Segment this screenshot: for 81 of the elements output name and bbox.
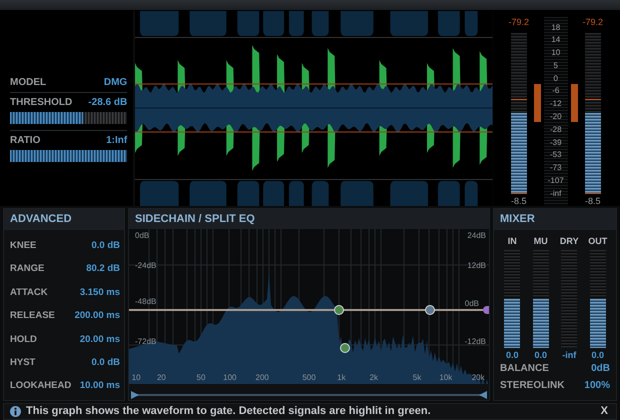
axis-label: 0dB — [135, 230, 150, 240]
meter-value[interactable]: 0.0 — [506, 350, 518, 360]
info-icon — [10, 406, 21, 417]
scale-label: 0 — [554, 74, 558, 83]
parameter-value: 1:Inf — [106, 134, 128, 146]
meter-label: DRY — [560, 236, 579, 246]
frequency-label: 500 — [302, 372, 316, 382]
panel-header: MIXER — [494, 208, 616, 230]
scale-label: 10 — [551, 48, 560, 58]
frequency-label: 100 — [223, 372, 236, 382]
axis-label: 0dB — [464, 298, 479, 308]
frequency-label: 10 — [132, 372, 141, 382]
meter-label: IN — [508, 236, 517, 246]
peak-reading: -79.2 — [508, 16, 530, 27]
close-button[interactable]: X — [598, 405, 610, 418]
frequency-label: 10k — [439, 372, 452, 382]
gain-reduction-bar — [534, 84, 541, 122]
scale-label: 5 — [554, 60, 558, 70]
parameter-label: ATTACK — [10, 286, 48, 298]
range-end-handle-icon[interactable] — [479, 390, 487, 399]
parameter-label: RELEASE — [10, 310, 55, 322]
parameter-value[interactable]: 100% — [584, 380, 610, 391]
scale-label: -53 — [550, 150, 562, 160]
peak-reading: -79.2 — [582, 16, 604, 27]
scale-label: -73 — [550, 163, 562, 172]
axis-label: 12dB — [467, 260, 486, 270]
scale-label: -28 — [550, 124, 562, 134]
meter-reading: -8.5 — [585, 196, 601, 206]
gain-reduction-bar — [570, 84, 578, 122]
axis-label: -48dB — [135, 296, 156, 306]
scale-label: 14 — [551, 35, 560, 44]
parameter-value[interactable]: 200.00 ms — [74, 310, 120, 322]
parameter-label: RANGE — [10, 263, 44, 274]
scale-label: -inf — [550, 188, 562, 198]
parameter-label: MODEL — [10, 76, 46, 88]
meter-value[interactable]: -inf — [562, 350, 576, 360]
parameter-label: KNEE — [10, 240, 36, 251]
scale-label: -39 — [550, 138, 562, 146]
parameter-value[interactable]: 0.0 dB — [91, 356, 120, 368]
axis-label: 24dB — [467, 230, 486, 240]
parameter-label: STEREOLINK — [500, 380, 564, 391]
frequency-label: 20k — [472, 372, 485, 382]
scale-label: -107 — [548, 176, 564, 185]
frequency-label: 50 — [196, 372, 206, 382]
scale-label: -12 — [550, 99, 562, 108]
frequency-label: 5k — [412, 372, 422, 382]
ratio-slider[interactable] — [10, 150, 128, 162]
meter-value[interactable]: 0.0 — [591, 350, 604, 360]
parameter-label: HOLD — [10, 334, 37, 344]
frequency-label: 200 — [256, 372, 269, 382]
info-text: This graph shows the waveform to gate. Detected signals are highlit in green. — [26, 405, 432, 418]
panel-header: SIDECHAIN / SPLIT EQ — [129, 208, 489, 229]
frequency-label: 1k — [337, 372, 346, 382]
parameter-label: THRESHOLD — [10, 96, 72, 108]
meter-reading: -8.5 — [511, 196, 527, 206]
parameter-value[interactable]: 80.2 dB — [86, 263, 120, 274]
parameter-value: -28.6 dB — [88, 96, 128, 108]
axis-label: -72dB — [135, 336, 156, 346]
scale-label: 18 — [551, 22, 560, 32]
meter-value[interactable]: 0.0 — [534, 350, 547, 360]
parameter-value[interactable]: 0.0 dB — [91, 240, 120, 251]
meter-label: OUT — [588, 236, 608, 246]
scale-label: -20 — [550, 112, 562, 121]
parameter-label: HYST — [10, 356, 36, 368]
meter-label: MU — [534, 236, 548, 246]
frequency-label: 2k — [370, 372, 378, 382]
parameter-label: LOOKAHEAD — [10, 380, 72, 392]
scale-label: -6 — [552, 86, 560, 96]
axis-label: -12dB — [464, 336, 486, 346]
parameter-value[interactable]: 10.00 ms — [80, 380, 120, 392]
parameter-value[interactable]: 3.150 ms — [80, 286, 120, 298]
axis-label: -24dB — [135, 260, 156, 270]
parameter-label: BALANCE — [500, 362, 549, 374]
parameter-label: RATIO — [10, 134, 40, 146]
parameter-value[interactable]: 20.00 ms — [80, 334, 120, 344]
parameter-value[interactable]: 0dB — [591, 362, 610, 374]
threshold-slider[interactable] — [10, 112, 128, 124]
panel-header: ADVANCED — [4, 208, 124, 230]
range-start-handle-icon[interactable] — [131, 390, 139, 399]
frequency-label: 20 — [156, 372, 166, 382]
model-value[interactable]: DMG — [104, 76, 128, 88]
